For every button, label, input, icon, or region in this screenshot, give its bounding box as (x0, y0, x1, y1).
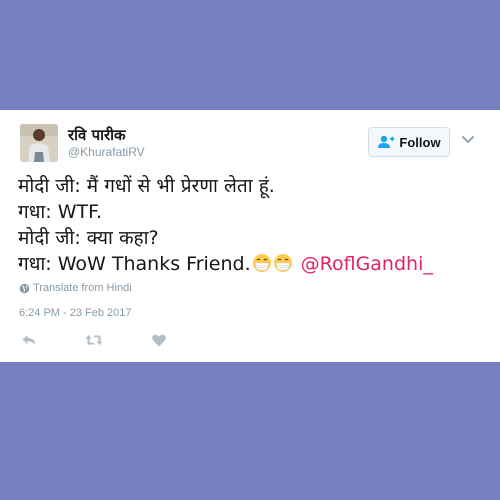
retweet-icon[interactable] (85, 332, 103, 348)
tweet-line: मोदी जी: मैं गधों से भी प्रेरणा लेता हूं… (18, 175, 275, 197)
mask-face-emoji-icon (252, 254, 271, 272)
follow-button[interactable]: Follow (368, 127, 450, 157)
translate-label: Translate from Hindi (33, 282, 132, 294)
tweet-card: रवि पारीक @KhurafatiRV Follow मोदी जी: म… (0, 110, 500, 362)
avatar-photo-icon (20, 124, 58, 162)
user-handle[interactable]: @KhurafatiRV (68, 145, 145, 159)
tweet-timestamp[interactable]: 6:24 PM - 23 Feb 2017 (19, 307, 132, 319)
tweet-text: मोदी जी: मैं गधों से भी प्रेरणा लेता हूं… (18, 173, 488, 277)
chevron-down-icon[interactable] (461, 135, 475, 145)
tweet-line: मोदी जी: क्या कहा? (18, 227, 159, 249)
tweet-line: गधा: WTF. (18, 201, 103, 223)
mention-link[interactable]: @RoflGandhi_ (301, 253, 433, 275)
reply-icon[interactable] (21, 332, 37, 348)
like-icon[interactable] (151, 332, 167, 348)
translate-link[interactable]: Translate from Hindi (19, 282, 132, 294)
tweet-line-last: गधा: WoW Thanks Friend. @RoflGandhi_ (18, 251, 488, 277)
globe-icon (19, 283, 30, 293)
user-display-name[interactable]: रवि पारीक (68, 126, 126, 144)
tweet-line-text: गधा: WoW Thanks Friend. (18, 253, 251, 275)
mask-face-emoji-icon (273, 254, 292, 272)
user-avatar[interactable] (20, 124, 58, 162)
add-user-icon (378, 135, 395, 148)
follow-button-label: Follow (399, 134, 441, 150)
